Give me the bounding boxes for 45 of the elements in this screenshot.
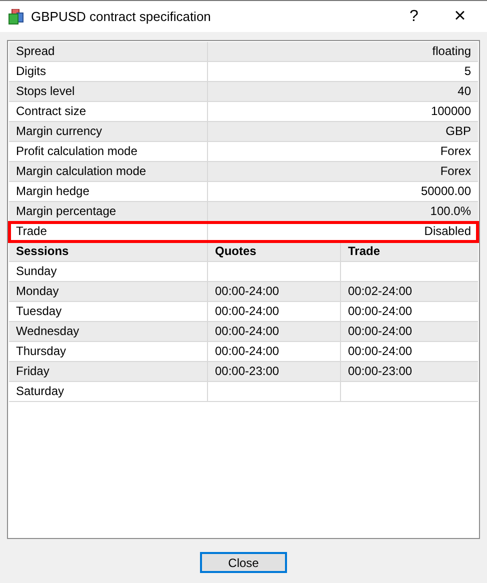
table-cell: 00:00-24:00 bbox=[208, 282, 341, 301]
column-header: Quotes bbox=[208, 242, 341, 261]
table-cell-text: 00:00-23:00 bbox=[347, 363, 414, 380]
table-cell-text: Forex bbox=[439, 143, 472, 160]
table-cell-text: 00:00-24:00 bbox=[347, 303, 414, 320]
table-cell-text: 5 bbox=[463, 63, 472, 80]
table-cell: 00:00-24:00 bbox=[208, 322, 341, 341]
table-cell: Digits bbox=[9, 62, 208, 81]
table-cell-text: 100000 bbox=[430, 103, 472, 120]
table-cell: Stops level bbox=[9, 82, 208, 101]
table-cell: Contract size bbox=[9, 102, 208, 121]
column-header: Trade bbox=[347, 243, 382, 260]
table-cell-text: Disabled bbox=[423, 223, 472, 240]
app-icon bbox=[8, 8, 24, 24]
table-cell: Wednesday bbox=[9, 322, 208, 341]
table-cell-text: 00:00-24:00 bbox=[347, 343, 414, 360]
table-cell: 00:00-24:00 bbox=[208, 302, 341, 321]
table-cell: 00:00-23:00 bbox=[208, 362, 341, 381]
table-cell: Trade bbox=[9, 222, 208, 241]
table-cell: Monday bbox=[9, 282, 208, 301]
column-header: Sessions bbox=[9, 242, 208, 261]
close-button[interactable]: Close bbox=[200, 552, 287, 573]
table-cell: Sunday bbox=[9, 262, 208, 281]
table-cell-text: 40 bbox=[456, 83, 472, 100]
table-cell-text: GBP bbox=[444, 123, 472, 140]
table-cell: Saturday bbox=[9, 382, 208, 401]
table-cell: Spread bbox=[9, 42, 208, 61]
table-cell-text: 00:00-24:00 bbox=[347, 323, 414, 340]
table-cell: 00:00-24:00 bbox=[208, 342, 341, 361]
table-cell: Friday bbox=[9, 362, 208, 381]
table-cell-text: Forex bbox=[439, 163, 472, 180]
help-button[interactable]: ? bbox=[391, 1, 437, 32]
window-title: GBPUSD contract specification bbox=[31, 9, 212, 24]
table-cell: Thursday bbox=[9, 342, 208, 361]
table-cell: Margin calculation mode bbox=[9, 162, 208, 181]
table-cell-text: floating bbox=[431, 43, 472, 60]
table-cell-text: 100.0% bbox=[429, 203, 472, 220]
table-cell: Margin currency bbox=[9, 122, 208, 141]
table-cell-text: 50000.00 bbox=[420, 183, 472, 200]
table-cell: Margin hedge bbox=[9, 182, 208, 201]
table-cell-text: 00:02-24:00 bbox=[347, 283, 414, 300]
table-cell: Tuesday bbox=[9, 302, 208, 321]
close-button[interactable]: × bbox=[437, 1, 483, 32]
table-cell: Margin percentage bbox=[9, 202, 208, 221]
table-cell: Profit calculation mode bbox=[9, 142, 208, 161]
